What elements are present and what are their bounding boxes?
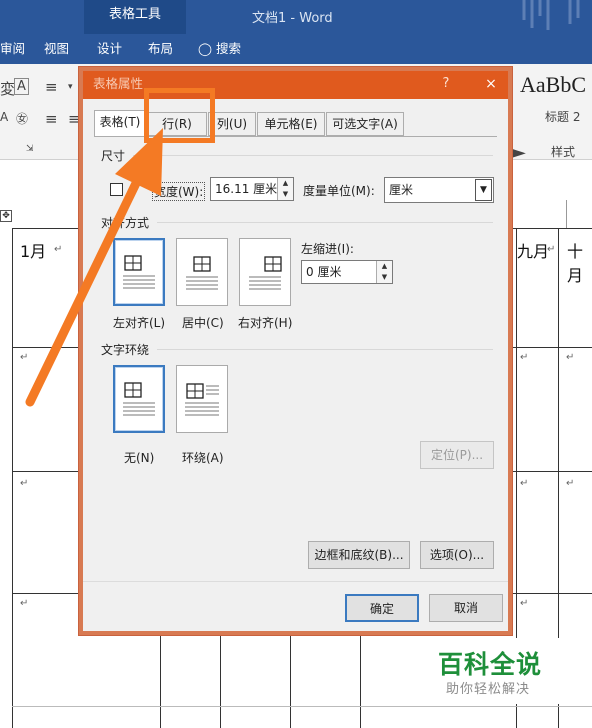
width-spinner[interactable]: ▲ ▼ xyxy=(277,178,293,200)
cancel-button[interactable]: 取消 xyxy=(429,594,503,622)
tab-layout[interactable]: 布局 xyxy=(148,34,173,64)
tab-table[interactable]: 表格(T) xyxy=(94,110,146,137)
font-color-icon[interactable]: 変 xyxy=(0,78,15,99)
tab-cell[interactable]: 单元格(E) xyxy=(257,112,325,136)
lightbulb-icon: ◯ xyxy=(198,41,212,56)
borders-shading-button[interactable]: 边框和底纹(B)... xyxy=(308,541,410,569)
wrap-around-label: 环绕(A) xyxy=(182,451,224,465)
char-border-icon[interactable]: A xyxy=(14,78,29,95)
align-right-icon xyxy=(249,256,282,290)
document-title: 文档1 - Word xyxy=(252,11,333,26)
watermark-subtitle: 助你轻松解决 xyxy=(446,682,531,697)
cell-end-mark-icon: ↵ xyxy=(20,352,29,363)
ribbon-tabs: 审阅 视图 设计 布局 ◯ 搜索 xyxy=(0,34,592,64)
tab-review[interactable]: 审阅 xyxy=(0,34,25,64)
align-right-label: 右对齐(H) xyxy=(238,316,293,330)
wrap-none-option[interactable] xyxy=(113,365,165,433)
align-right-option[interactable] xyxy=(239,238,291,306)
section-divider xyxy=(157,349,493,350)
tab-design[interactable]: 设计 xyxy=(97,34,122,64)
chevron-down-icon[interactable]: ▾ xyxy=(68,82,73,92)
size-section-title: 尺寸 xyxy=(101,149,126,163)
styles-group-label: 样式 xyxy=(551,145,576,159)
wrap-around-icon xyxy=(185,383,219,416)
tab-view[interactable]: 视图 xyxy=(44,34,69,64)
table-line xyxy=(12,706,592,707)
wrap-none-label: 无(N) xyxy=(124,451,155,465)
cell-end-mark-icon: ↵ xyxy=(520,478,529,489)
align-center-label: 居中(C) xyxy=(182,316,224,330)
indent-spinner[interactable]: ▲ ▼ xyxy=(376,261,392,283)
table-line xyxy=(360,635,361,728)
table-line xyxy=(220,635,221,728)
alignment-section-title: 对齐方式 xyxy=(101,216,150,230)
wrapping-section-title: 文字环绕 xyxy=(101,343,150,357)
width-label: 宽度(W): xyxy=(152,182,206,201)
table-line xyxy=(290,635,291,728)
table-line xyxy=(12,228,13,728)
style-name-label: 标题 2 xyxy=(545,110,581,124)
unit-label: 度量单位(M): xyxy=(303,184,375,198)
text-effect-icon[interactable]: A xyxy=(0,110,8,124)
ok-button[interactable]: 确定 xyxy=(345,594,419,622)
cell-end-mark-icon: ↵ xyxy=(520,598,529,609)
cell-end-mark-icon: ↵ xyxy=(520,352,529,363)
ribbon-decoration-icon xyxy=(522,0,580,30)
chevron-down-icon[interactable]: ▼ xyxy=(475,179,492,201)
align-center-icon xyxy=(186,256,218,290)
table-line xyxy=(160,635,161,728)
indent-label: 左缩进(I): xyxy=(301,242,354,256)
style-sample[interactable]: AaBbC xyxy=(520,72,586,98)
cell-end-mark-icon: ↵ xyxy=(54,244,63,255)
table-tools-context-label: 表格工具 xyxy=(84,0,186,34)
section-divider xyxy=(157,222,493,223)
options-button[interactable]: 选项(O)... xyxy=(420,541,494,569)
watermark-logo-text: 百科全说 xyxy=(438,650,543,679)
align-left-option[interactable] xyxy=(113,238,165,306)
align-left-label: 左对齐(L) xyxy=(113,316,166,330)
table-properties-dialog: 表格属性 ? × 表格(T) 行(R) 列(U) 单元格(E) 可选文字(A) … xyxy=(79,67,512,635)
cell-end-mark-icon: ↵ xyxy=(566,352,575,363)
align-center-option[interactable] xyxy=(176,238,228,306)
width-checkbox[interactable] xyxy=(110,183,123,196)
cell-end-mark-icon: ↵ xyxy=(20,478,29,489)
table-cell-text[interactable]: 十月 xyxy=(567,238,592,286)
table-cell-text[interactable]: 九月 xyxy=(517,238,549,262)
ruler-tick xyxy=(566,200,567,228)
align-left-icon xyxy=(123,255,155,289)
cell-end-mark-icon: ↵ xyxy=(547,244,556,255)
table-cell-text[interactable]: 1月 xyxy=(20,238,46,262)
close-button[interactable]: × xyxy=(475,71,507,99)
annotation-highlight-box xyxy=(144,88,215,143)
tell-me-search[interactable]: ◯ 搜索 xyxy=(198,34,241,64)
style-marker-icon: ► xyxy=(512,142,526,163)
enclose-char-icon[interactable]: ㊛ xyxy=(16,110,28,127)
cell-end-mark-icon: ↵ xyxy=(20,598,29,609)
tab-alt-text[interactable]: 可选文字(A) xyxy=(326,112,404,136)
section-divider xyxy=(133,155,493,156)
align-left-icon[interactable]: ≡ xyxy=(45,110,58,128)
wrap-around-option[interactable] xyxy=(176,365,228,433)
tab-column[interactable]: 列(U) xyxy=(208,112,256,136)
wrap-none-icon xyxy=(123,382,155,416)
bullets-icon[interactable]: ≡ xyxy=(45,78,58,96)
footer-divider xyxy=(83,581,508,582)
help-button[interactable]: ? xyxy=(431,71,461,99)
position-button[interactable]: 定位(P)... xyxy=(420,441,494,469)
cell-end-mark-icon: ↵ xyxy=(566,478,575,489)
search-label: 搜索 xyxy=(215,41,241,56)
dialog-launcher-icon[interactable]: ⇲ xyxy=(26,144,34,154)
table-move-handle-icon[interactable]: ✥ xyxy=(0,210,12,222)
